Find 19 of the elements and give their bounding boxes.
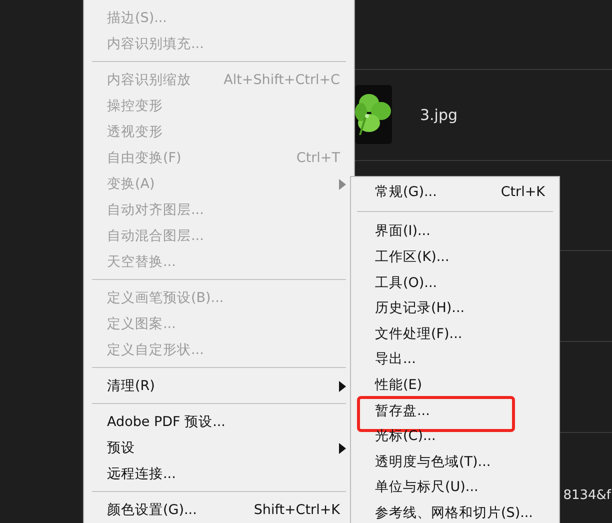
menu-item[interactable]: 预设 <box>86 435 352 461</box>
menu-item[interactable]: 参考线、网格和切片(S)... <box>353 500 557 523</box>
file-name: 8134&f <box>563 488 611 504</box>
menu-item[interactable]: 透明度与色域(T)... <box>353 448 557 475</box>
menu-item[interactable]: 工具(O)... <box>353 270 557 296</box>
menu-item[interactable]: 光标(C)... <box>353 423 557 449</box>
menu-item[interactable]: 远程连接... <box>86 461 352 487</box>
menu-item[interactable]: 工作区(K)... <box>353 244 557 270</box>
menu-item[interactable]: 导出... <box>353 346 557 372</box>
menu-item[interactable]: 界面(I)... <box>353 218 557 244</box>
menu-item[interactable]: 单位与标尺(U)... <box>353 474 557 500</box>
menu-item[interactable]: 常规(G)... Ctrl+K <box>353 179 557 205</box>
menu-item[interactable]: Adobe PDF 预设... <box>86 409 352 435</box>
menu-item[interactable]: 历史记录(H)... <box>353 295 557 321</box>
menu-item[interactable]: 颜色设置(G)... Shift+Ctrl+K <box>86 497 352 523</box>
file-name: 3.jpg <box>420 106 458 124</box>
menu-item[interactable]: 清理(R) <box>86 373 352 399</box>
menu-item[interactable]: 文件处理(F)... <box>353 320 557 347</box>
menu-item[interactable]: 性能(E) <box>353 372 557 398</box>
